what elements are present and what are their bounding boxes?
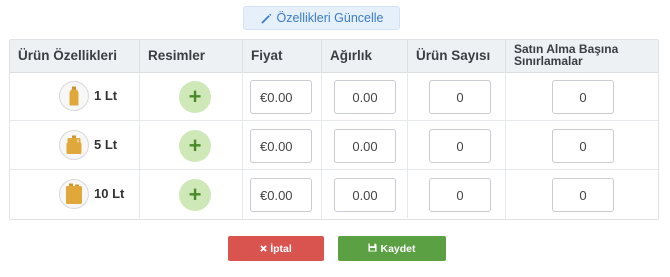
price-cell [243,170,322,218]
plus-icon: + [188,84,202,109]
limit-cell [506,170,658,218]
quantity-input[interactable] [429,80,491,114]
weight-input[interactable] [334,129,396,163]
weight-cell [322,72,408,120]
pencil-icon [260,12,273,25]
images-cell: + [140,121,243,169]
header-features: Ürün Özellikleri [10,40,140,72]
header-price: Fiyat [243,40,322,72]
variant-label: 1 Lt [94,88,118,103]
quantity-cell [408,170,506,218]
add-image-button[interactable]: + [179,179,211,211]
table-row: 1 Lt + [10,72,658,121]
price-input[interactable] [250,129,312,163]
add-image-button[interactable]: + [179,81,211,113]
price-cell [243,72,322,120]
table-header: Ürün Özellikleri Resimler Fiyat Ağırlık … [10,40,658,73]
weight-input[interactable] [334,80,396,114]
limit-cell [506,121,658,169]
update-features-button[interactable]: Özellikleri Güncelle [243,6,400,30]
table-row: 5 Lt + [10,121,658,170]
small-bottle-icon [59,81,89,111]
header-weight: Ağırlık [322,40,408,72]
plus-icon: + [188,133,202,158]
quantity-cell [408,72,506,120]
cancel-label: İptal [270,242,292,255]
quantity-input[interactable] [429,129,491,163]
features-cell: 1 Lt [10,72,140,120]
quantity-input[interactable] [429,178,491,212]
add-image-button[interactable]: + [179,130,211,162]
times-icon [260,243,267,255]
table-row: 10 Lt + [10,170,658,219]
cancel-button[interactable]: İptal [228,236,324,261]
weight-cell [322,170,408,218]
features-cell: 10 Lt [10,170,140,218]
price-input[interactable] [250,178,312,212]
header-limit: Satın Alma Başına Sınırlamalar [514,42,619,68]
limit-cell [506,72,658,120]
header-images: Resimler [140,40,243,72]
purchase-limit-input[interactable] [552,129,614,163]
price-cell [243,121,322,169]
header-quantity: Ürün Sayısı [408,40,506,72]
quantity-cell [408,121,506,169]
plus-icon: + [188,182,202,207]
product-variants-table: Ürün Özellikleri Resimler Fiyat Ağırlık … [9,39,659,220]
variant-label: 5 Lt [94,137,118,152]
update-features-label: Özellikleri Güncelle [276,11,384,25]
weight-input[interactable] [334,178,396,212]
purchase-limit-input[interactable] [552,80,614,114]
variant-label: 10 Lt [94,186,125,201]
weight-cell [322,121,408,169]
price-input[interactable] [250,80,312,114]
save-button[interactable]: Kaydet [338,236,446,261]
floppy-disk-icon [368,242,378,255]
large-jerrycan-icon [59,179,89,209]
medium-jug-icon [59,130,89,160]
images-cell: + [140,72,243,120]
features-cell: 5 Lt [10,121,140,169]
save-label: Kaydet [380,242,416,255]
purchase-limit-input[interactable] [552,178,614,212]
images-cell: + [140,170,243,218]
